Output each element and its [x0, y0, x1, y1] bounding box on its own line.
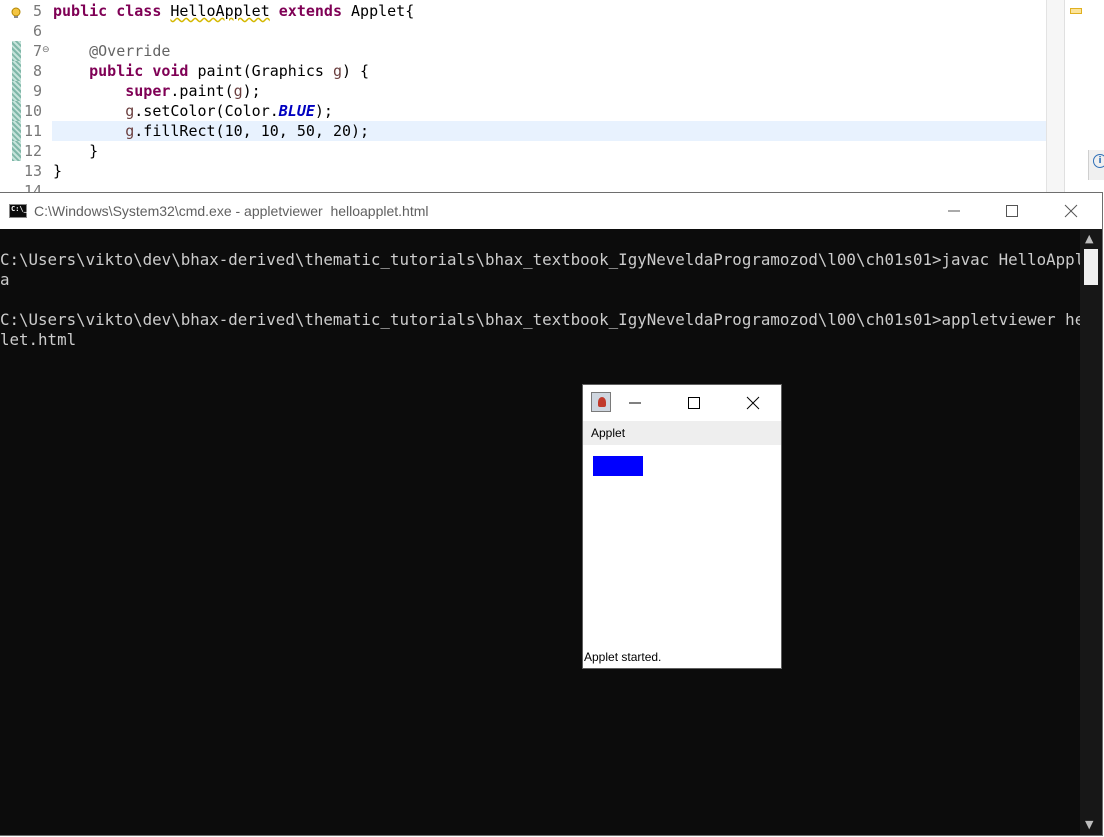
cmd-output[interactable]: C:\Users\vikto\dev\bhax-derived\thematic…: [0, 229, 1080, 837]
line-number: 6: [32, 22, 42, 40]
code-line[interactable]: 11 g.fillRect(10, 10, 50, 20);: [0, 121, 1046, 141]
maximize-icon: [688, 397, 700, 409]
line-number: 10: [23, 102, 42, 120]
change-annotation-marker: [12, 81, 21, 101]
code-line[interactable]: 13}: [0, 161, 1046, 181]
close-icon: [1064, 204, 1078, 218]
fold-toggle-icon[interactable]: ⊖: [42, 46, 50, 55]
applet-canvas[interactable]: [583, 445, 781, 647]
applet-close-button[interactable]: [724, 385, 782, 421]
applet-viewer-window[interactable]: Applet Applet started.: [582, 384, 782, 669]
scroll-down-icon[interactable]: ▼: [1085, 819, 1093, 831]
change-annotation-marker: [12, 101, 21, 121]
applet-status-bar: Applet started.: [583, 646, 781, 668]
line-number: 9: [32, 82, 42, 100]
close-icon: [746, 396, 760, 410]
line-number: 7: [32, 42, 42, 60]
cmd-icon: C:\_: [9, 204, 28, 218]
change-annotation-marker: [12, 41, 21, 61]
cmd-output-line: C:\Users\vikto\dev\bhax-derived\thematic…: [0, 310, 1080, 329]
applet-menu[interactable]: Applet: [591, 425, 625, 441]
line-number: 14: [23, 182, 42, 192]
code-line[interactable]: 7 ⊖ @Override: [0, 41, 1046, 61]
applet-minimize-button[interactable]: [606, 385, 664, 421]
code-line[interactable]: 5 public class HelloApplet extends Applet…: [0, 1, 1046, 21]
code-text: public class HelloApplet extends Applet{: [53, 2, 415, 20]
change-annotation-marker: [12, 61, 21, 81]
code-text: super.paint(g);: [125, 82, 261, 100]
code-line[interactable]: 8 public void paint(Graphics g) {: [0, 61, 1046, 81]
code-text: @Override: [89, 42, 171, 60]
scrollbar-thumb[interactable]: [1084, 249, 1098, 285]
line-number: 12: [23, 142, 42, 160]
code-text: public void paint(Graphics g) {: [89, 62, 370, 80]
info-icon[interactable]: i: [1093, 154, 1104, 168]
line-number: 11: [23, 122, 42, 140]
code-line[interactable]: 12 }: [0, 141, 1046, 161]
minimize-button[interactable]: [925, 193, 983, 229]
cmd-window-title: C:\Windows\System32\cmd.exe - appletview…: [34, 203, 429, 219]
code-text: }: [53, 142, 99, 160]
code-line[interactable]: 6: [0, 21, 1046, 41]
applet-menubar: Applet: [583, 421, 781, 445]
editor-overview-ruler[interactable]: [1046, 0, 1081, 192]
minimize-icon: [948, 210, 960, 212]
close-button[interactable]: [1042, 193, 1100, 229]
line-number: 5: [32, 2, 42, 20]
warning-overview-marker[interactable]: [1070, 8, 1082, 14]
applet-maximize-button[interactable]: [665, 385, 723, 421]
cmd-window[interactable]: C:\_ C:\Windows\System32\cmd.exe - apple…: [0, 192, 1103, 836]
code-line[interactable]: 10 g.setColor(Color.BLUE);: [0, 101, 1046, 121]
maximize-icon: [1006, 205, 1018, 217]
side-panel: i: [1088, 150, 1104, 180]
cmd-title-bar[interactable]: C:\_ C:\Windows\System32\cmd.exe - apple…: [0, 193, 1102, 229]
code-line[interactable]: 14: [0, 181, 1046, 192]
warning-lightbulb-icon[interactable]: [10, 4, 22, 18]
code-text: }: [53, 162, 63, 180]
line-number: 13: [23, 162, 42, 180]
cmd-output-line: C:\Users\vikto\dev\bhax-derived\thematic…: [0, 250, 1080, 269]
code-text: g.fillRect(10, 10, 50, 20);: [125, 122, 370, 140]
cmd-output-line: a: [0, 270, 10, 289]
minimize-icon: [629, 402, 641, 404]
maximize-button[interactable]: [983, 193, 1041, 229]
cmd-scrollbar[interactable]: ▲ ▼: [1080, 229, 1102, 835]
line-number: 8: [32, 62, 42, 80]
change-annotation-marker: [12, 121, 21, 141]
cmd-output-line: let.html: [0, 330, 77, 349]
blue-filled-rectangle: [593, 456, 643, 476]
code-editor[interactable]: 5 public class HelloApplet extends Applet…: [0, 0, 1104, 192]
applet-status-text: Applet started.: [584, 650, 662, 664]
code-line[interactable]: 9 super.paint(g);: [0, 81, 1046, 101]
scroll-up-icon[interactable]: ▲: [1085, 233, 1093, 245]
code-text: g.setColor(Color.BLUE);: [125, 102, 333, 120]
change-annotation-marker: [12, 141, 21, 161]
applet-title-bar[interactable]: [583, 385, 781, 421]
